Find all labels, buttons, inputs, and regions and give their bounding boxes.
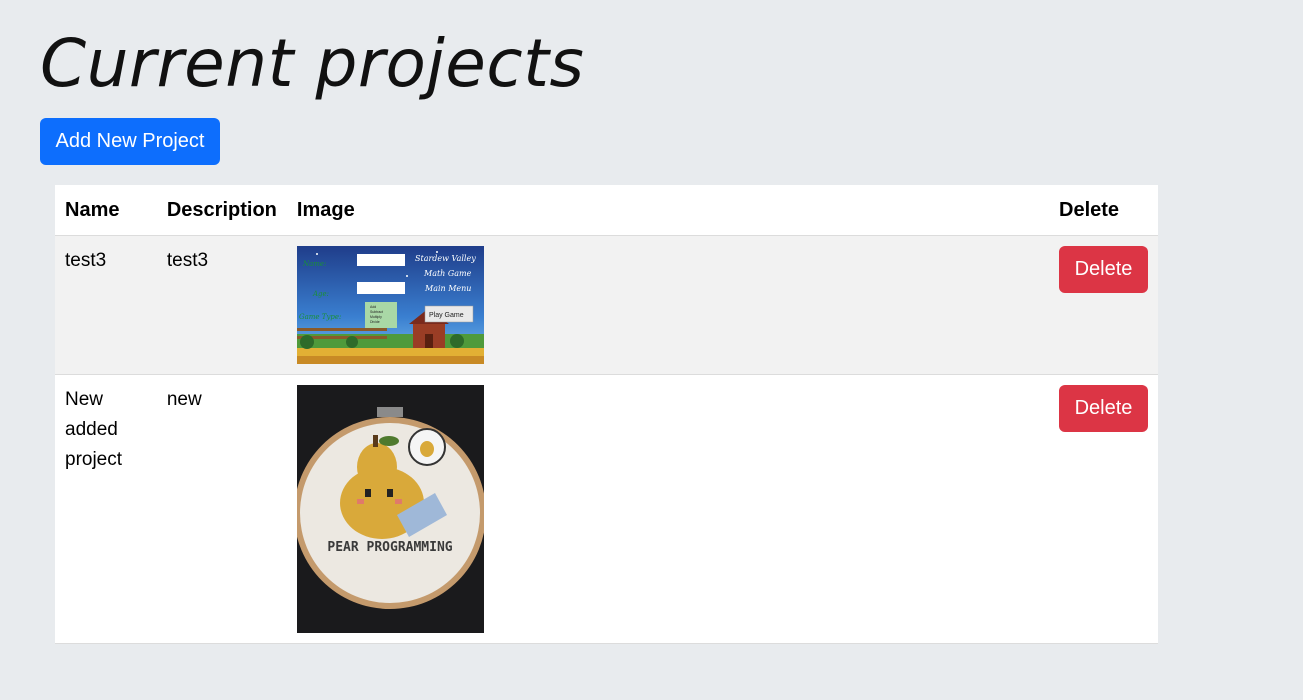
table-row: New added project new PEAR PROGRAMMING D… bbox=[55, 374, 1158, 644]
image-text-name-label: Name: bbox=[302, 260, 326, 268]
image-text-title-line1: Stardew Valley bbox=[415, 254, 476, 263]
project-image: Name: Age: Game Type: Stardew Valley Mat… bbox=[296, 246, 484, 364]
header-delete: Delete bbox=[1049, 185, 1158, 236]
project-description: new bbox=[156, 374, 287, 644]
table-header-row: Name Description Image Delete bbox=[55, 185, 1158, 236]
project-description: test3 bbox=[156, 235, 287, 375]
project-name: test3 bbox=[55, 235, 157, 375]
image-text-title-line2: Math Game bbox=[423, 269, 472, 278]
page-title: Current projects bbox=[40, 25, 585, 102]
image-text-option-add: Add bbox=[370, 305, 376, 309]
delete-button[interactable]: Delete bbox=[1059, 246, 1148, 293]
image-text-game-type-label: Game Type: bbox=[299, 313, 341, 321]
delete-cell: Delete bbox=[1049, 235, 1158, 375]
table-row: test3 test3 Name: Age: Game Type: Starde… bbox=[55, 235, 1158, 375]
project-image-cell: PEAR PROGRAMMING bbox=[286, 374, 1049, 644]
delete-cell: Delete bbox=[1049, 374, 1158, 644]
project-image-cell: Name: Age: Game Type: Stardew Valley Mat… bbox=[286, 235, 1049, 375]
image-text-play-button: Play Game bbox=[429, 312, 464, 319]
project-name: New added project bbox=[55, 374, 157, 644]
delete-button[interactable]: Delete bbox=[1059, 385, 1148, 432]
image-text-caption: PEAR PROGRAMMING bbox=[327, 540, 452, 555]
image-text-option-multiply: Multiply bbox=[370, 315, 382, 319]
image-text-age-label: Age: bbox=[312, 290, 329, 298]
image-text-option-divide: Divide bbox=[370, 320, 380, 324]
image-text-title-line3: Main Menu bbox=[424, 284, 471, 293]
image-text-option-subtract: Subtract bbox=[370, 310, 383, 314]
add-new-project-button[interactable]: Add New Project bbox=[40, 118, 220, 165]
header-image: Image bbox=[286, 185, 1049, 236]
project-image: PEAR PROGRAMMING bbox=[296, 385, 484, 633]
projects-table: Name Description Image Delete test3 test… bbox=[55, 185, 1158, 644]
header-name: Name bbox=[55, 185, 157, 236]
header-description: Description bbox=[156, 185, 287, 236]
